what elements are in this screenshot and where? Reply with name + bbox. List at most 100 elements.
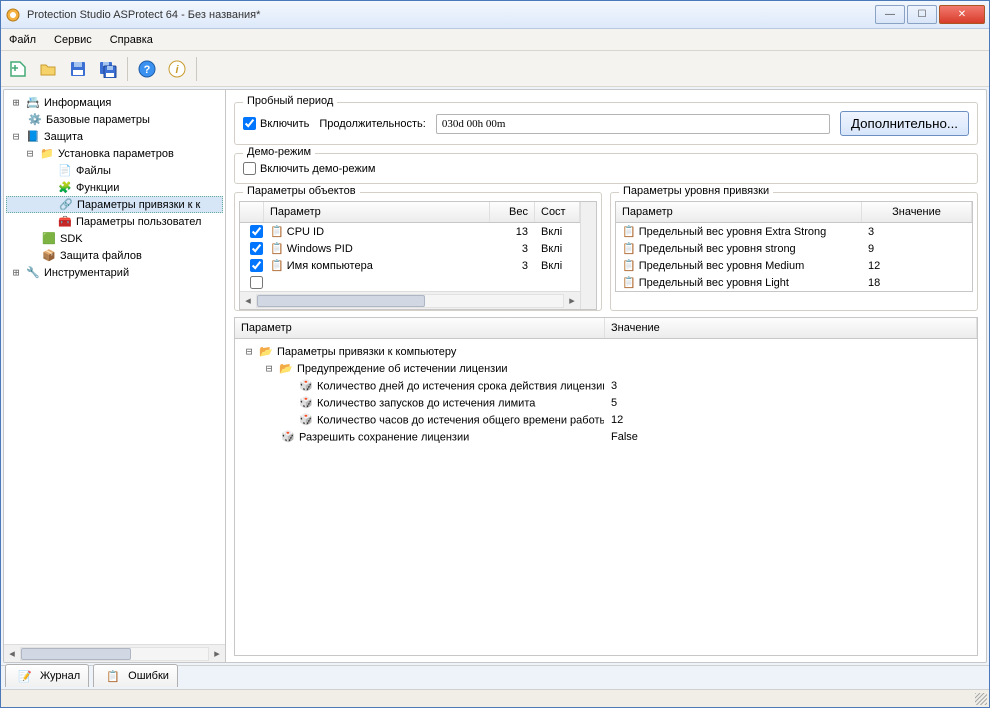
sdk-icon: 🟩 <box>41 231 57 247</box>
scroll-right-icon[interactable]: ▸ <box>209 646 225 662</box>
level-params-legend: Параметры уровня привязки <box>619 185 773 197</box>
object-params-panel: Параметры объектов Параметр Вес Сост 📋 C… <box>234 192 602 311</box>
table-row[interactable] <box>240 274 580 291</box>
folder-open-icon: 📂 <box>258 344 274 360</box>
content-pane: Пробный период Включить Продолжительност… <box>226 90 986 662</box>
tab-errors[interactable]: 📋Ошибки <box>93 664 178 687</box>
scroll-thumb[interactable] <box>21 648 131 660</box>
resize-grip[interactable] <box>975 693 987 705</box>
scroll-thumb[interactable] <box>257 295 425 307</box>
cube-icon: 🎲 <box>298 378 314 394</box>
link-icon: 🔗 <box>58 197 74 213</box>
svg-text:?: ? <box>144 64 151 76</box>
cube-icon: 🎲 <box>280 429 296 445</box>
tree-bindparams[interactable]: 🔗Параметры привязки к к <box>6 196 223 213</box>
table-row[interactable]: 📋 CPU ID13Вклі <box>240 223 580 240</box>
trial-legend: Пробный период <box>243 95 337 107</box>
info-button[interactable]: i <box>164 56 190 82</box>
level-params-body[interactable]: 📋 Предельный вес уровня Extra Strong3 📋 … <box>616 223 972 291</box>
wrench-icon: 🔧 <box>25 265 41 281</box>
menubar: Файл Сервис Справка <box>1 29 989 51</box>
tree-row-root[interactable]: ⊟📂Параметры привязки к компьютеру <box>239 343 973 360</box>
table-row[interactable]: 📋 Предельный вес уровня strong9 <box>616 240 972 257</box>
demo-group: Демо-режим Включить демо-режим <box>234 153 978 184</box>
bottom-tree-body[interactable]: ⊟📂Параметры привязки к компьютеру ⊟📂Пред… <box>235 339 977 449</box>
folder-open-icon: 📂 <box>278 361 294 377</box>
file-icon: 📄 <box>57 163 73 179</box>
trial-enable-checkbox[interactable]: Включить <box>243 117 309 130</box>
tree-instruments[interactable]: ⊞🔧Инструментарий <box>6 264 223 281</box>
menu-file[interactable]: Файл <box>9 34 36 46</box>
level-params-header[interactable]: Параметр Значение <box>616 202 972 223</box>
level-params-panel: Параметры уровня привязки Параметр Значе… <box>610 192 978 311</box>
menu-help[interactable]: Справка <box>110 34 153 46</box>
tree-functions[interactable]: 🧩Функции <box>6 179 223 196</box>
save-button[interactable] <box>65 56 91 82</box>
collapse-icon[interactable]: ⊟ <box>10 130 22 143</box>
table-row[interactable]: 📋 Имя компьютера3Вклі <box>240 257 580 274</box>
collapse-icon[interactable]: ⊟ <box>24 147 36 160</box>
bottom-tree-panel: Параметр Значение ⊟📂Параметры привязки к… <box>234 317 978 656</box>
log-icon: 📝 <box>17 668 33 684</box>
scroll-right-icon[interactable]: ▸ <box>564 293 580 309</box>
tree-files[interactable]: 📄Файлы <box>6 162 223 179</box>
object-params-hscroll[interactable]: ◂ ▸ <box>240 291 580 309</box>
tree-info[interactable]: ⊞📇Информация <box>6 94 223 111</box>
shield-icon: 📘 <box>25 129 41 145</box>
menu-tools[interactable]: Сервис <box>54 34 92 46</box>
table-row[interactable]: 📋 Предельный вес уровня Extra Strong3 <box>616 223 972 240</box>
table-row[interactable]: 📋 Предельный вес уровня Light18 <box>616 274 972 291</box>
tree-row[interactable]: 🎲Количество часов до истечения общего вр… <box>239 411 973 428</box>
error-icon: 📋 <box>105 668 121 684</box>
main-body: ⊞📇Информация ⚙️Базовые параметры ⊟📘Защит… <box>3 89 987 663</box>
collapse-icon[interactable]: ⊟ <box>243 345 255 358</box>
scroll-left-icon[interactable]: ◂ <box>240 293 256 309</box>
object-params-body[interactable]: 📋 CPU ID13Вклі 📋 Windows PID3Вклі 📋 Имя … <box>240 223 580 291</box>
nav-tree[interactable]: ⊞📇Информация ⚙️Базовые параметры ⊟📘Защит… <box>4 90 225 644</box>
save-as-button[interactable] <box>95 56 121 82</box>
user-icon: 🧰 <box>57 214 73 230</box>
demo-enable-checkbox[interactable]: Включить демо-режим <box>243 162 969 175</box>
help-button[interactable]: ? <box>134 56 160 82</box>
table-row[interactable]: 📋 Windows PID3Вклі <box>240 240 580 257</box>
sidebar-scrollbar[interactable]: ◂ ▸ <box>4 644 225 662</box>
tree-setparams[interactable]: ⊟📁Установка параметров <box>6 145 223 162</box>
object-params-header[interactable]: Параметр Вес Сост <box>240 202 580 223</box>
open-button[interactable] <box>35 56 61 82</box>
collapse-icon[interactable]: ⊟ <box>263 362 275 375</box>
tree-protection[interactable]: ⊟📘Защита <box>6 128 223 145</box>
titlebar[interactable]: Protection Studio ASProtect 64 - Без наз… <box>1 1 989 29</box>
tree-row[interactable]: 🎲Разрешить сохранение лицензииFalse <box>239 428 973 445</box>
tree-row[interactable]: 🎲Количество дней до истечения срока дейс… <box>239 377 973 394</box>
table-row[interactable]: 📋 Предельный вес уровня Medium12 <box>616 257 972 274</box>
tree-userparams[interactable]: 🧰Параметры пользовател <box>6 213 223 230</box>
duration-input[interactable] <box>436 114 830 134</box>
info-icon: 📇 <box>25 95 41 111</box>
bottom-tree-header[interactable]: Параметр Значение <box>235 318 977 339</box>
cube-icon: 🎲 <box>298 412 314 428</box>
folder-icon: 📁 <box>39 146 55 162</box>
sidebar: ⊞📇Информация ⚙️Базовые параметры ⊟📘Защит… <box>4 90 226 662</box>
tab-log[interactable]: 📝Журнал <box>5 664 89 687</box>
duration-label: Продолжительность: <box>319 118 425 130</box>
toolbar: ? i <box>1 51 989 87</box>
expand-icon[interactable]: ⊞ <box>10 96 22 109</box>
window-title: Protection Studio ASProtect 64 - Без наз… <box>27 9 875 21</box>
minimize-button[interactable]: — <box>875 5 905 24</box>
tree-baseparams[interactable]: ⚙️Базовые параметры <box>6 111 223 128</box>
gear-icon: ⚙️ <box>27 112 43 128</box>
close-button[interactable]: ✕ <box>939 5 985 24</box>
tree-row[interactable]: 🎲Количество запусков до истечения лимита… <box>239 394 973 411</box>
maximize-button[interactable]: ☐ <box>907 5 937 24</box>
new-button[interactable] <box>5 56 31 82</box>
expand-icon[interactable]: ⊞ <box>10 266 22 279</box>
object-params-legend: Параметры объектов <box>243 185 360 197</box>
tree-row-warning[interactable]: ⊟📂Предупреждение об истечении лицензии <box>239 360 973 377</box>
statusbar <box>1 689 989 707</box>
more-button[interactable]: Дополнительно... <box>840 111 969 136</box>
tree-sdk[interactable]: 🟩SDK <box>6 230 223 247</box>
function-icon: 🧩 <box>57 180 73 196</box>
object-params-vscroll[interactable] <box>580 202 596 309</box>
scroll-left-icon[interactable]: ◂ <box>4 646 20 662</box>
tree-protect-files[interactable]: 📦Защита файлов <box>6 247 223 264</box>
